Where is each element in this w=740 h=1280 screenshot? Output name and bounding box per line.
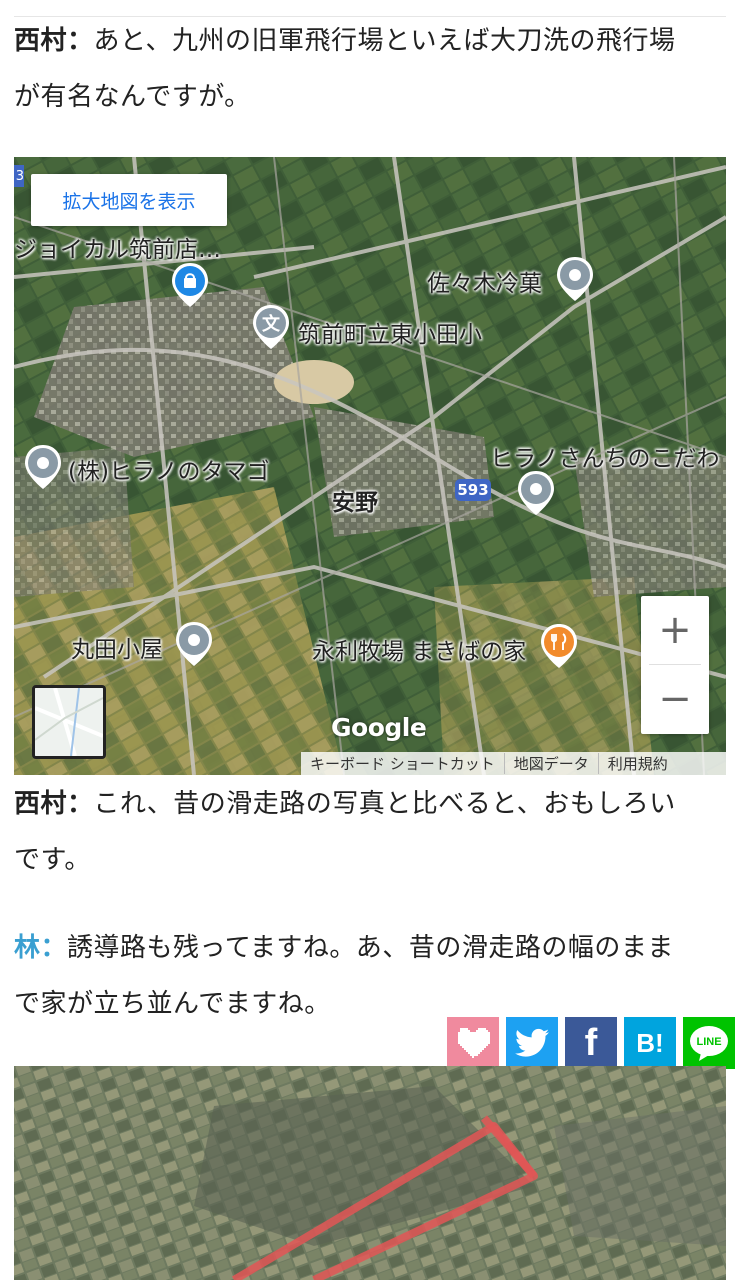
dialogue-paragraph-2: 西村：これ、昔の滑走路の写真と比べると、おもしろい です。 — [14, 776, 726, 888]
route-badge-partial: 3 — [14, 165, 24, 187]
dialogue-text: が有名なんですが。 — [14, 82, 251, 112]
place-pin-icon[interactable] — [174, 620, 214, 668]
svg-text:LINE: LINE — [696, 1036, 721, 1048]
place-pin-icon[interactable] — [555, 255, 595, 303]
heart-icon — [458, 1028, 490, 1058]
map-attribution-bar: キーボード ショートカット 地図データ 利用規約 — [301, 752, 726, 775]
facebook-icon: f — [584, 1021, 598, 1064]
expand-map-button[interactable]: 拡大地図を表示 — [31, 174, 227, 226]
map-label-maruta[interactable]: 丸田小屋 — [71, 630, 163, 664]
hatena-bookmark-button[interactable]: B! — [624, 1017, 676, 1069]
place-pin-icon[interactable] — [23, 443, 63, 491]
school-glyph: 文 — [262, 313, 281, 335]
line-icon: LINE — [690, 1026, 728, 1061]
route-number: 3 — [15, 168, 24, 184]
embedded-map[interactable]: 3 拡大地図を表示 ジョイカル筑前店… 文 筑前町立東小田小 佐々木冷菓 (株)… — [14, 157, 726, 775]
share-buttons: f B! LINE — [447, 1017, 735, 1069]
dialogue-text: 誘導路も残ってますね。あ、昔の滑走路の幅のまま — [67, 933, 674, 963]
speaker-name: 林： — [14, 933, 68, 963]
map-label-ano[interactable]: 安野 — [332, 483, 378, 517]
speaker-name: 西村： — [14, 789, 94, 819]
line-share-button[interactable]: LINE — [683, 1017, 735, 1069]
like-button[interactable] — [447, 1017, 499, 1069]
dialogue-paragraph-3: 林：誘導路も残ってますね。あ、昔の滑走路の幅のまま で家が立ち並んでますね。 — [14, 920, 726, 1032]
twitter-share-button[interactable] — [506, 1017, 558, 1069]
dialogue-text: あと、九州の旧軍飛行場といえば大刀洗の飛行場 — [93, 26, 676, 56]
map-label-hirano-kodawari[interactable]: ヒラノさんちのこだわ — [490, 439, 720, 473]
speaker-name: 西村： — [14, 26, 94, 56]
map-layer-icon — [35, 688, 103, 756]
keyboard-shortcuts-link[interactable]: キーボード ショートカット — [301, 753, 504, 774]
google-logo: Google — [331, 713, 427, 742]
shopping-pin-icon[interactable] — [170, 261, 210, 309]
dialogue-text: です。 — [14, 845, 91, 875]
school-pin-icon[interactable]: 文 — [251, 303, 291, 351]
map-type-toggle[interactable] — [32, 685, 106, 759]
twitter-icon — [515, 1028, 549, 1057]
dialogue-text: これ、昔の滑走路の写真と比べると、おもしろい — [93, 789, 676, 819]
map-label-nagatoshi[interactable]: 永利牧場 まきばの家 — [312, 632, 526, 666]
hatena-icon: B! — [636, 1027, 664, 1058]
facebook-share-button[interactable]: f — [565, 1017, 617, 1069]
terms-link[interactable]: 利用規約 — [597, 753, 677, 774]
restaurant-pin-icon[interactable] — [539, 622, 579, 670]
map-label-hirano-egg[interactable]: (株)ヒラノのタマゴ — [68, 452, 270, 486]
zoom-out-button[interactable]: − — [641, 665, 709, 733]
place-pin-icon[interactable] — [516, 469, 556, 517]
map-label-school[interactable]: 筑前町立東小田小 — [298, 315, 482, 349]
map-data-link[interactable]: 地図データ — [503, 753, 598, 774]
zoom-in-button[interactable]: + — [641, 596, 709, 664]
historical-aerial-photo — [14, 1066, 726, 1280]
zoom-controls: + − — [641, 596, 709, 734]
aerial-image — [14, 1066, 726, 1280]
map-label-shop[interactable]: ジョイカル筑前店… — [14, 230, 221, 264]
dialogue-paragraph-1: 西村：あと、九州の旧軍飛行場といえば大刀洗の飛行場 が有名なんですが。 — [14, 13, 726, 125]
map-label-sasaki[interactable]: 佐々木冷菓 — [427, 264, 542, 298]
route-593-badge: 593 — [455, 479, 491, 501]
